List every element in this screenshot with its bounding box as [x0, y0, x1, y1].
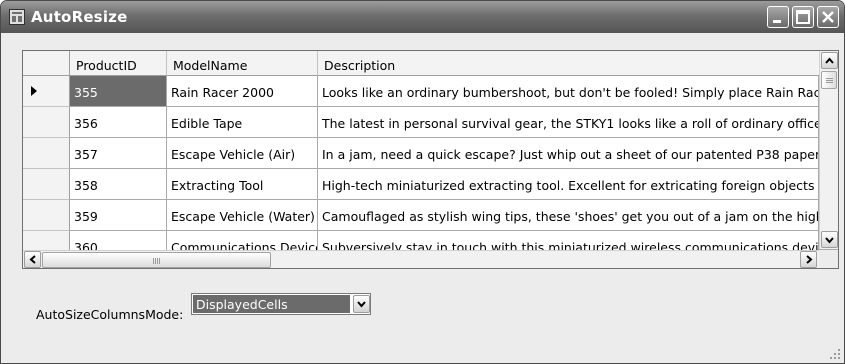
resize-grip-icon[interactable]	[826, 345, 842, 361]
cell-productid[interactable]: 357	[70, 138, 167, 169]
minimize-icon	[773, 20, 781, 23]
minimize-button[interactable]	[767, 6, 789, 28]
cell-description[interactable]: High-tech miniaturized extracting tool. …	[318, 169, 819, 200]
cell-description[interactable]: In a jam, need a quick escape? Just whip…	[318, 138, 819, 169]
cell-productid[interactable]: 356	[70, 107, 167, 138]
horizontal-scrollbar[interactable]	[23, 250, 819, 268]
chevron-left-icon	[29, 255, 36, 264]
scroll-up-button[interactable]	[821, 52, 838, 69]
chevron-right-icon	[806, 255, 813, 264]
maximize-button[interactable]	[792, 6, 814, 28]
horizontal-scroll-thumb[interactable]	[42, 252, 271, 268]
column-header-description[interactable]: Description	[318, 51, 820, 76]
row-header[interactable]	[23, 107, 70, 138]
vertical-scrollbar[interactable]	[819, 51, 838, 249]
products-data-grid[interactable]: ProductID ModelName Description 355 Rain…	[22, 50, 839, 269]
autosize-mode-label: AutoSizeColumnsMode:	[36, 307, 184, 322]
chevron-down-icon	[357, 301, 366, 308]
title-bar[interactable]: AutoResize	[1, 1, 844, 33]
scroll-down-button[interactable]	[821, 231, 838, 248]
autoresize-window: AutoResize ProductID ModelName Descripti…	[0, 0, 845, 364]
cell-modelname[interactable]: Edible Tape	[167, 107, 318, 138]
cell-productid[interactable]: 358	[70, 169, 167, 200]
row-header[interactable]	[23, 138, 70, 169]
chevron-up-icon	[825, 57, 834, 64]
row-header[interactable]	[23, 169, 70, 200]
cell-productid[interactable]: 355	[70, 76, 167, 107]
cell-description[interactable]: The latest in personal survival gear, th…	[318, 107, 819, 138]
scroll-right-button[interactable]	[800, 251, 817, 268]
scrollbar-corner	[819, 250, 838, 268]
dropdown-button[interactable]	[353, 295, 370, 313]
cell-modelname[interactable]: Escape Vehicle (Air)	[167, 138, 318, 169]
vertical-scroll-thumb[interactable]	[821, 71, 837, 89]
column-header-modelname[interactable]: ModelName	[167, 51, 318, 76]
scroll-left-button[interactable]	[24, 251, 41, 268]
cell-modelname[interactable]: Extracting Tool	[167, 169, 318, 200]
cell-description[interactable]: Camouflaged as stylish wing tips, these …	[318, 200, 819, 231]
top-left-header-cell[interactable]	[23, 51, 70, 76]
cell-productid[interactable]: 359	[70, 200, 167, 231]
current-row-arrow-icon	[31, 86, 37, 96]
chevron-down-icon	[825, 237, 834, 244]
cell-modelname[interactable]: Escape Vehicle (Water)	[167, 200, 318, 231]
maximize-icon	[796, 10, 810, 24]
autosize-mode-value[interactable]: DisplayedCells	[193, 295, 350, 313]
app-window-icon	[9, 9, 25, 25]
close-icon	[822, 11, 834, 23]
column-header-productid[interactable]: ProductID	[70, 51, 167, 76]
cell-modelname[interactable]: Rain Racer 2000	[167, 76, 318, 107]
window-title: AutoResize	[31, 8, 128, 26]
autosize-mode-select[interactable]: DisplayedCells	[191, 293, 371, 315]
cell-description[interactable]: Looks like an ordinary bumbershoot, but …	[318, 76, 819, 107]
row-header[interactable]	[23, 200, 70, 231]
close-button[interactable]	[817, 6, 839, 28]
row-header[interactable]	[23, 76, 70, 107]
